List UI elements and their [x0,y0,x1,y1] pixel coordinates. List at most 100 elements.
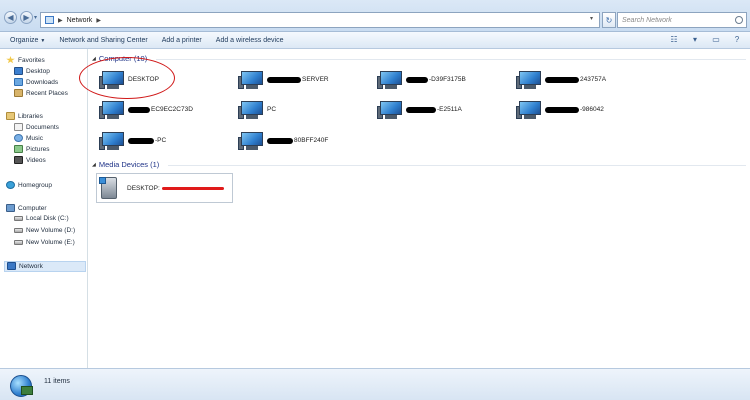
forward-button[interactable]: ▶ [20,11,33,24]
refresh-button[interactable]: ↻ [602,12,616,28]
redaction-scribble [161,187,224,190]
redaction-mark [545,106,579,113]
breadcrumb-chevron-icon[interactable]: ▶ [96,17,101,24]
desktop-icon [14,67,23,75]
computer-name: 243757A [580,76,607,83]
network-sharing-center-button[interactable]: Network and Sharing Center [52,37,154,44]
computer-name: -PC [155,137,167,144]
computer-monitor-icon [238,71,263,90]
organize-button[interactable]: Organize ▼ [0,37,52,44]
search-placeholder: Search Network [622,16,672,24]
nav-documents[interactable]: Documents [14,123,59,131]
redaction-mark [545,76,579,83]
address-dropdown-icon[interactable]: ▾ [590,15,593,22]
redaction-mark [406,76,428,83]
nav-downloads[interactable]: Downloads [14,78,58,86]
chevron-down-icon: ▼ [40,37,46,44]
computer-name: EC9EC2C73D [151,106,193,113]
network-icon [7,262,16,270]
breadcrumb-network[interactable]: Network [67,17,93,24]
downloads-icon [14,78,23,86]
nav-favorites[interactable]: Favorites [6,56,45,64]
computer-item[interactable]: SERVER [237,68,367,94]
recent-pages-chevron-icon[interactable]: ▾ [34,14,37,21]
documents-icon [14,123,23,131]
navigation-pane: Favorites Desktop Downloads Recent Place… [0,49,88,368]
computer-item[interactable]: 243757A [515,68,645,94]
redaction-mark [128,106,150,113]
command-bar: Organize ▼ Network and Sharing Center Add… [0,32,750,49]
network-icon [45,16,54,24]
recent-places-icon [14,89,23,97]
search-input[interactable]: Search Network [617,12,747,28]
back-arrow-icon: ◀ [7,13,14,22]
group-header-media-devices[interactable]: ◢ Media Devices (1) [92,160,159,169]
nav-pictures[interactable]: Pictures [14,145,49,153]
computer-item[interactable]: -986042 [515,98,645,124]
drive-icon [14,240,23,245]
preview-pane-icon[interactable]: ▭ [711,35,721,45]
media-device-name: DESKTOP: [127,185,160,192]
nav-network[interactable]: Network [7,262,43,270]
nav-homegroup[interactable]: Homegroup [6,181,52,189]
nav-recent-places[interactable]: Recent Places [14,89,68,97]
videos-icon [14,156,23,164]
computer-monitor-icon [516,101,541,120]
computer-monitor-icon [238,132,263,151]
breadcrumb[interactable]: ▶ Network ▶ ▾ [40,12,600,28]
nav-music[interactable]: Music [14,134,43,142]
back-button[interactable]: ◀ [4,11,17,24]
media-device-item[interactable]: DESKTOP: [96,173,233,203]
view-controls: ☷ ▾ ▭ ? [669,35,742,45]
nav-libraries[interactable]: Libraries [6,112,43,120]
forward-arrow-icon: ▶ [23,13,30,22]
nav-videos[interactable]: Videos [14,156,46,164]
computer-item[interactable]: EC9EC2C73D [98,98,228,124]
explorer-window: ◀ ▶ ▾ ▶ Network ▶ ▾ ↻ Search Network Org… [0,0,750,400]
computer-item[interactable]: PC [237,98,367,124]
status-bar: 11 items [0,368,750,400]
group-divider [168,165,746,166]
computer-name: -986042 [580,106,604,113]
computer-item[interactable]: -E2511A [376,98,506,124]
breadcrumb-chevron-icon[interactable]: ▶ [58,17,63,24]
nav-desktop[interactable]: Desktop [14,67,50,75]
homegroup-icon [6,181,15,189]
view-options-chevron-icon[interactable]: ▾ [690,35,700,45]
computer-monitor-icon [377,101,402,120]
help-icon[interactable]: ? [732,35,742,45]
computer-name: 80BFF240F [294,137,329,144]
collapse-caret-icon[interactable]: ◢ [92,162,96,168]
media-device-icon [99,177,117,199]
star-icon [6,56,15,64]
computer-monitor-icon [516,71,541,90]
search-icon [735,16,743,24]
redaction-mark [267,137,293,144]
nav-new-volume-e[interactable]: New Volume (E:) [14,239,75,246]
drive-icon [14,228,23,233]
music-icon [14,134,23,142]
computer-monitor-icon [238,101,263,120]
computer-name: -D39F3175B [429,76,466,83]
change-view-icon[interactable]: ☷ [669,35,679,45]
computer-name: -E2511A [437,106,462,113]
computer-item[interactable]: 80BFF240F [237,129,367,155]
content-area: ◢ Computer (10) ◢ Media Devices (1) [90,49,750,368]
computer-item[interactable]: -D39F3175B [376,68,506,94]
drive-icon [14,216,23,221]
network-globe-icon [10,375,33,397]
add-wireless-device-button[interactable]: Add a wireless device [209,37,291,44]
computer-name: SERVER [302,76,329,83]
nav-new-volume-d[interactable]: New Volume (D:) [14,227,75,234]
nav-computer[interactable]: Computer [6,204,47,212]
refresh-icon: ↻ [605,15,613,25]
item-count: 11 items [44,378,70,385]
collapse-caret-icon[interactable]: ◢ [92,56,96,62]
nav-local-disk-c[interactable]: Local Disk (C:) [14,215,69,222]
computer-item[interactable]: -PC [98,129,228,155]
red-circle-annotation [79,57,175,99]
computer-monitor-icon [99,132,124,151]
add-printer-button[interactable]: Add a printer [155,37,209,44]
computer-icon [6,204,15,212]
computer-monitor-icon [99,101,124,120]
